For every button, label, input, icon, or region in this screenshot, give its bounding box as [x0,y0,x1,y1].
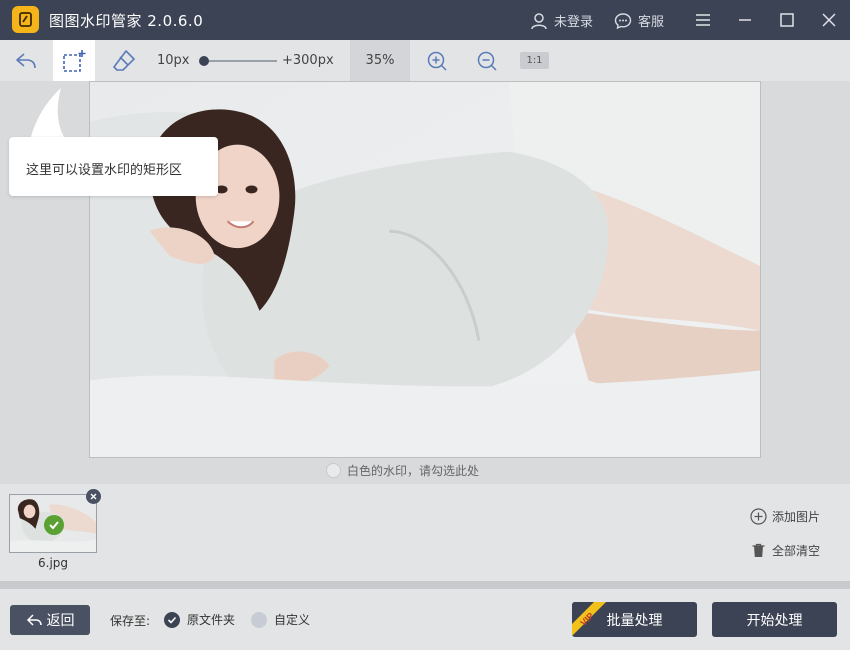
tooltip-tail [30,88,66,140]
minimize-button[interactable] [735,10,755,30]
back-label: 返回 [46,613,75,629]
toolbar: 10px +300px 35% 1:1 [0,40,850,81]
back-arrow-icon [26,614,42,626]
add-image-label: 添加图片 [772,510,821,524]
maximize-button[interactable] [777,10,797,30]
save-custom-option[interactable]: 自定义 [251,611,310,628]
clear-all-label: 全部清空 [772,544,821,558]
actual-size-button[interactable]: 1:1 [520,52,549,69]
check-icon [49,521,59,530]
white-watermark-checkbox[interactable]: 白色的水印，请勾选此处 [326,462,479,479]
chat-icon [614,12,632,29]
eraser-tool[interactable] [104,40,144,81]
menu-button[interactable] [693,10,713,30]
white-watermark-label: 白色的水印，请勾选此处 [347,464,480,478]
zoom-out-icon [477,51,497,71]
brush-size-slider[interactable] [199,55,277,67]
rect-select-icon [63,49,86,72]
check-icon [167,616,177,624]
original-folder-label: 原文件夹 [187,613,236,627]
start-process-button[interactable]: 开始处理 [712,602,837,637]
brush-size-max: +300px [282,53,334,68]
vip-badge-icon: VIP [572,602,606,636]
brush-size-min: 10px [157,53,190,68]
menu-icon [696,14,710,26]
close-icon [90,493,97,500]
slider-track [203,60,277,62]
rect-select-tool[interactable] [53,40,95,81]
custom-label: 自定义 [274,613,311,627]
zoom-level: 35% [350,40,410,81]
start-label: 开始处理 [746,612,803,629]
tooltip: 这里可以设置水印的矩形区 [9,137,218,196]
white-watermark-radio[interactable] [326,463,341,478]
add-image-button[interactable]: 添加图片 [750,508,820,525]
login-button[interactable]: 未登录 [530,11,593,30]
service-label: 客服 [638,15,665,30]
bottom-bar: 返回 保存至: 原文件夹 自定义 VIP 批量处理 开始处理 [0,589,850,650]
undo-icon [16,52,36,68]
divider [0,581,850,589]
custom-radio[interactable] [251,611,267,628]
batch-process-button[interactable]: VIP 批量处理 [572,602,697,637]
zoom-in-button[interactable] [424,40,450,81]
service-button[interactable]: 客服 [614,11,664,30]
clear-all-button[interactable]: 全部清空 [750,542,820,559]
maximize-icon [780,13,794,27]
zoom-out-button[interactable] [474,40,500,81]
add-circle-icon [750,508,767,525]
batch-label: 批量处理 [606,612,663,629]
tooltip-text: 这里可以设置水印的矩形区 [26,163,183,178]
file-name: 6.jpg [38,556,69,570]
close-icon [822,13,836,27]
zoom-in-icon [427,51,447,71]
user-icon [531,12,547,29]
close-button[interactable] [819,10,839,30]
remove-file-button[interactable] [86,489,101,504]
app-title: 图图水印管家 2.0.6.0 [49,12,204,30]
undo-button[interactable] [6,40,46,81]
save-original-folder-option[interactable]: 原文件夹 [164,611,235,628]
minimize-icon [739,19,751,21]
save-to-label: 保存至: [110,614,151,628]
back-button[interactable]: 返回 [10,605,90,635]
app-logo-icon [12,6,39,33]
original-folder-radio[interactable] [164,611,180,628]
trash-icon [752,543,765,557]
title-bar: 图图水印管家 2.0.6.0 未登录 客服 [0,0,850,40]
file-list: 6.jpg 添加图片 全部清空 [0,484,850,581]
login-label: 未登录 [554,15,594,30]
file-selected-check[interactable] [44,515,64,535]
slider-handle[interactable] [199,56,209,66]
eraser-icon [113,49,135,71]
